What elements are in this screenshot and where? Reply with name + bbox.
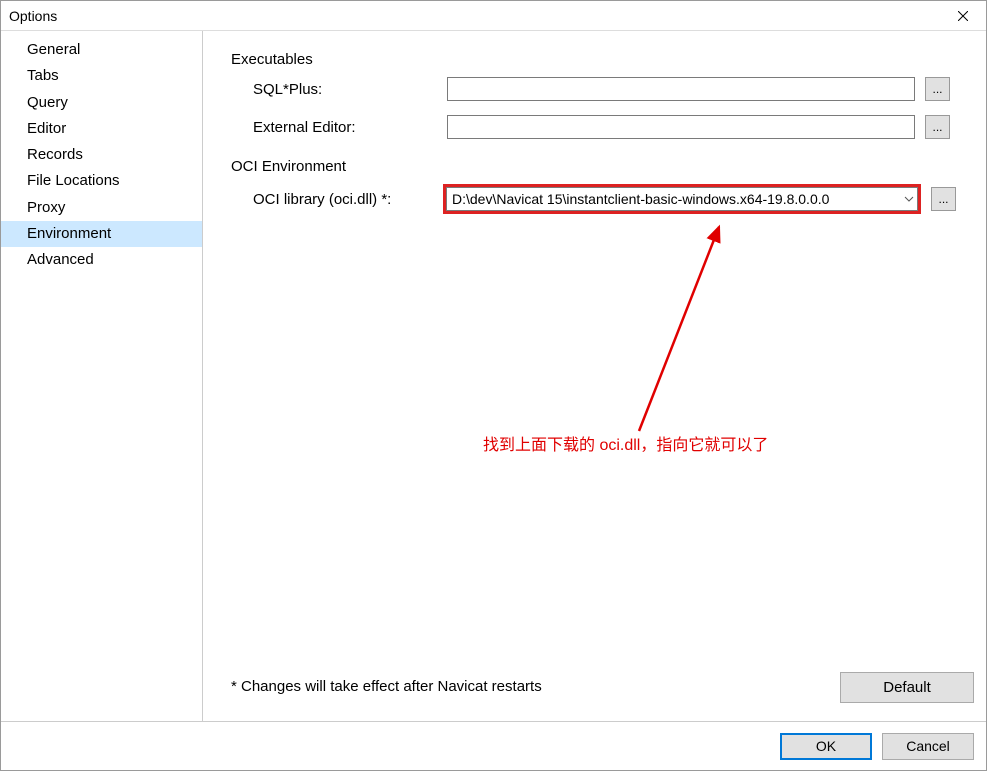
annotation-arrow — [609, 211, 749, 441]
sqlplus-input[interactable] — [447, 77, 915, 101]
sidebar-item-proxy[interactable]: Proxy — [1, 195, 202, 221]
sidebar-item-file-locations[interactable]: File Locations — [1, 168, 202, 194]
oci-highlight — [443, 184, 921, 214]
titlebar: Options — [1, 1, 986, 31]
sidebar-item-records[interactable]: Records — [1, 142, 202, 168]
oci-heading: OCI Environment — [231, 158, 974, 175]
oci-library-row: OCI library (oci.dll) *: ... — [231, 184, 974, 214]
dialog-body: General Tabs Query Editor Records File L… — [1, 31, 986, 721]
sidebar-item-query[interactable]: Query — [1, 90, 202, 116]
external-editor-label: External Editor: — [231, 119, 447, 136]
sidebar-item-tabs[interactable]: Tabs — [1, 63, 202, 89]
cancel-button[interactable]: Cancel — [882, 733, 974, 760]
sidebar: General Tabs Query Editor Records File L… — [1, 31, 203, 721]
oci-library-browse-button[interactable]: ... — [931, 187, 956, 211]
options-dialog: Options General Tabs Query Editor Record… — [0, 0, 987, 771]
external-editor-input[interactable] — [447, 115, 915, 139]
content-panel: Executables SQL*Plus: ... External Edito… — [203, 31, 986, 721]
annotation-text: 找到上面下载的 oci.dll，指向它就可以了 — [483, 431, 768, 455]
external-editor-browse-button[interactable]: ... — [925, 115, 950, 139]
sqlplus-row: SQL*Plus: ... — [231, 77, 974, 101]
oci-combo-wrap — [446, 187, 918, 211]
button-bar: OK Cancel — [1, 721, 986, 770]
close-icon — [958, 11, 968, 21]
close-button[interactable] — [940, 1, 986, 31]
sidebar-item-advanced[interactable]: Advanced — [1, 247, 202, 273]
default-button[interactable]: Default — [840, 672, 974, 703]
sidebar-item-environment[interactable]: Environment — [1, 221, 202, 247]
ok-button[interactable]: OK — [780, 733, 872, 760]
window-title: Options — [9, 8, 57, 24]
sqlplus-browse-button[interactable]: ... — [925, 77, 950, 101]
sidebar-item-editor[interactable]: Editor — [1, 116, 202, 142]
external-editor-row: External Editor: ... — [231, 115, 974, 139]
sidebar-item-general[interactable]: General — [1, 37, 202, 63]
executables-heading: Executables — [231, 51, 974, 68]
oci-library-label: OCI library (oci.dll) *: — [231, 191, 443, 208]
restart-note: * Changes will take effect after Navicat… — [231, 678, 542, 695]
oci-library-combo[interactable] — [447, 188, 909, 210]
sqlplus-label: SQL*Plus: — [231, 81, 447, 98]
